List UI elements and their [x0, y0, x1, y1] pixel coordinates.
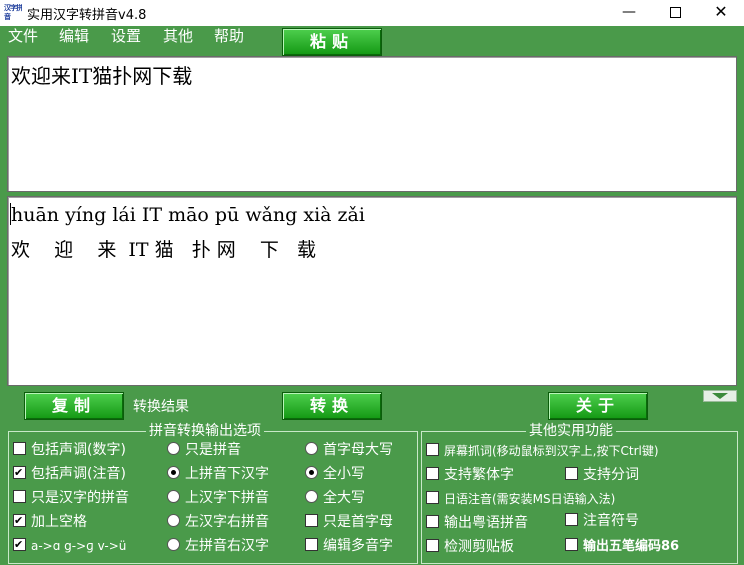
title-bar: 汉字拼音 实用汉字转拼音v4.8 — ✕ — [0, 0, 744, 26]
minimize-button[interactable]: — — [606, 0, 652, 26]
radio-capitalize-first[interactable]: 首字母大写 — [305, 441, 393, 459]
radio-pinyin-only[interactable]: 只是拼音 — [167, 441, 241, 459]
checkbox[interactable] — [426, 491, 439, 504]
radio-hanzi-above-pinyin[interactable]: 上汉字下拼音 — [167, 489, 269, 507]
maximize-button[interactable] — [652, 0, 698, 26]
about-button[interactable]: 关于 — [548, 392, 648, 420]
radio-pinyin-above-hanzi[interactable]: 上拼音下汉字 — [167, 465, 269, 483]
radio-pinyin-left-hanzi-right[interactable]: 左拼音右汉字 — [167, 537, 269, 555]
option-traditional[interactable]: 支持繁体字 — [426, 466, 514, 484]
menu-edit[interactable]: 编辑 — [59, 26, 89, 46]
checkbox[interactable] — [426, 515, 439, 528]
radio-button[interactable] — [305, 442, 318, 455]
menu-other[interactable]: 其他 — [163, 26, 193, 46]
option-segmentation[interactable]: 支持分词 — [565, 466, 639, 484]
option-screen-capture[interactable]: 屏幕抓词(移动鼠标到汉字上,按下Ctrl键) — [426, 442, 659, 460]
option-cantonese[interactable]: 输出粤语拼音 — [426, 514, 528, 532]
option-add-spaces[interactable]: 加上空格 — [13, 512, 87, 531]
close-button[interactable]: ✕ — [698, 0, 744, 26]
radio-all-lowercase[interactable]: 全小写 — [305, 465, 365, 483]
checkbox[interactable] — [426, 443, 439, 456]
window-title: 实用汉字转拼音v4.8 — [27, 8, 147, 23]
option-tone-numbers[interactable]: 包括声调(数字) — [13, 441, 126, 459]
checkbox[interactable] — [13, 490, 26, 503]
option-initials-only[interactable]: 只是首字母 — [305, 513, 393, 531]
app-client-area: 文件 编辑 设置 其他 帮助 粘贴 欢迎来IT猫扑网下载 huān yíng l… — [0, 26, 744, 565]
radio-button-selected[interactable] — [305, 466, 318, 479]
input-textarea[interactable]: 欢迎来IT猫扑网下载 — [7, 56, 737, 192]
option-japanese[interactable]: 日语注音(需安装MS日语输入法) — [426, 490, 615, 508]
option-hanzi-pinyin-only[interactable]: 只是汉字的拼音 — [13, 489, 129, 507]
other-functions-title: 其他实用功能 — [526, 422, 616, 440]
checkbox[interactable] — [565, 467, 578, 480]
checkbox[interactable] — [305, 514, 318, 527]
radio-hanzi-left-pinyin-right[interactable]: 左汉字右拼音 — [167, 513, 269, 531]
copy-button[interactable]: 复制 — [24, 392, 124, 420]
maximize-icon — [669, 6, 681, 18]
radio-button[interactable] — [167, 490, 180, 503]
checkbox-checked[interactable] — [13, 536, 26, 554]
expand-arrow-icon[interactable] — [703, 390, 737, 402]
menu-help[interactable]: 帮助 — [214, 26, 244, 46]
other-functions-group: 其他实用功能 屏幕抓词(移动鼠标到汉字上,按下Ctrl键) 支持繁体字 支持分词… — [421, 422, 738, 564]
convert-button[interactable]: 转换 — [282, 392, 382, 420]
paste-button[interactable]: 粘贴 — [282, 28, 382, 56]
checkbox-checked[interactable] — [13, 512, 26, 530]
checkbox[interactable] — [426, 539, 439, 552]
radio-button[interactable] — [167, 514, 180, 527]
menu-settings[interactable]: 设置 — [111, 26, 141, 46]
radio-button[interactable] — [167, 538, 180, 551]
checkbox-checked[interactable] — [13, 464, 26, 482]
option-clipboard[interactable]: 检测剪贴板 — [426, 538, 514, 556]
output-hanzi-line: 欢 迎 来 IT 猫 扑 网 下 载 — [11, 239, 317, 261]
checkbox[interactable] — [565, 538, 578, 551]
radio-button[interactable] — [167, 442, 180, 455]
radio-button-selected[interactable] — [167, 466, 180, 479]
checkbox[interactable] — [305, 538, 318, 551]
output-textarea[interactable]: huān yíng lái IT māo pū wǎng xià zǎi 欢 迎… — [7, 196, 737, 386]
option-edit-polyphones[interactable]: 编辑多音字 — [305, 537, 393, 555]
option-wubi[interactable]: 输出五笔编码86 — [565, 538, 679, 556]
close-icon: ✕ — [714, 2, 728, 21]
pinyin-options-group: 拼音转换输出选项 包括声调(数字) 包括声调(注音) 只是汉字的拼音 加上空格 … — [8, 422, 418, 564]
minimize-icon: — — [622, 4, 636, 20]
option-letter-substitution[interactable]: a->ɑ g->ɡ v->ü — [13, 536, 126, 555]
pinyin-options-title: 拼音转换输出选项 — [146, 422, 264, 440]
option-zhuyin[interactable]: 注音符号 — [565, 512, 639, 530]
result-label: 转换结果 — [133, 399, 189, 415]
app-icon: 汉字拼音 — [4, 4, 22, 21]
input-text: 欢迎来IT猫扑网下载 — [11, 64, 193, 88]
menu-file[interactable]: 文件 — [8, 26, 38, 46]
radio-all-uppercase[interactable]: 全大写 — [305, 489, 365, 507]
checkbox[interactable] — [13, 442, 26, 455]
option-tone-marks[interactable]: 包括声调(注音) — [13, 464, 126, 483]
checkbox[interactable] — [426, 467, 439, 480]
checkbox[interactable] — [565, 513, 578, 526]
radio-button[interactable] — [305, 490, 318, 503]
output-pinyin-line: huān yíng lái IT māo pū wǎng xià zǎi — [11, 204, 365, 226]
